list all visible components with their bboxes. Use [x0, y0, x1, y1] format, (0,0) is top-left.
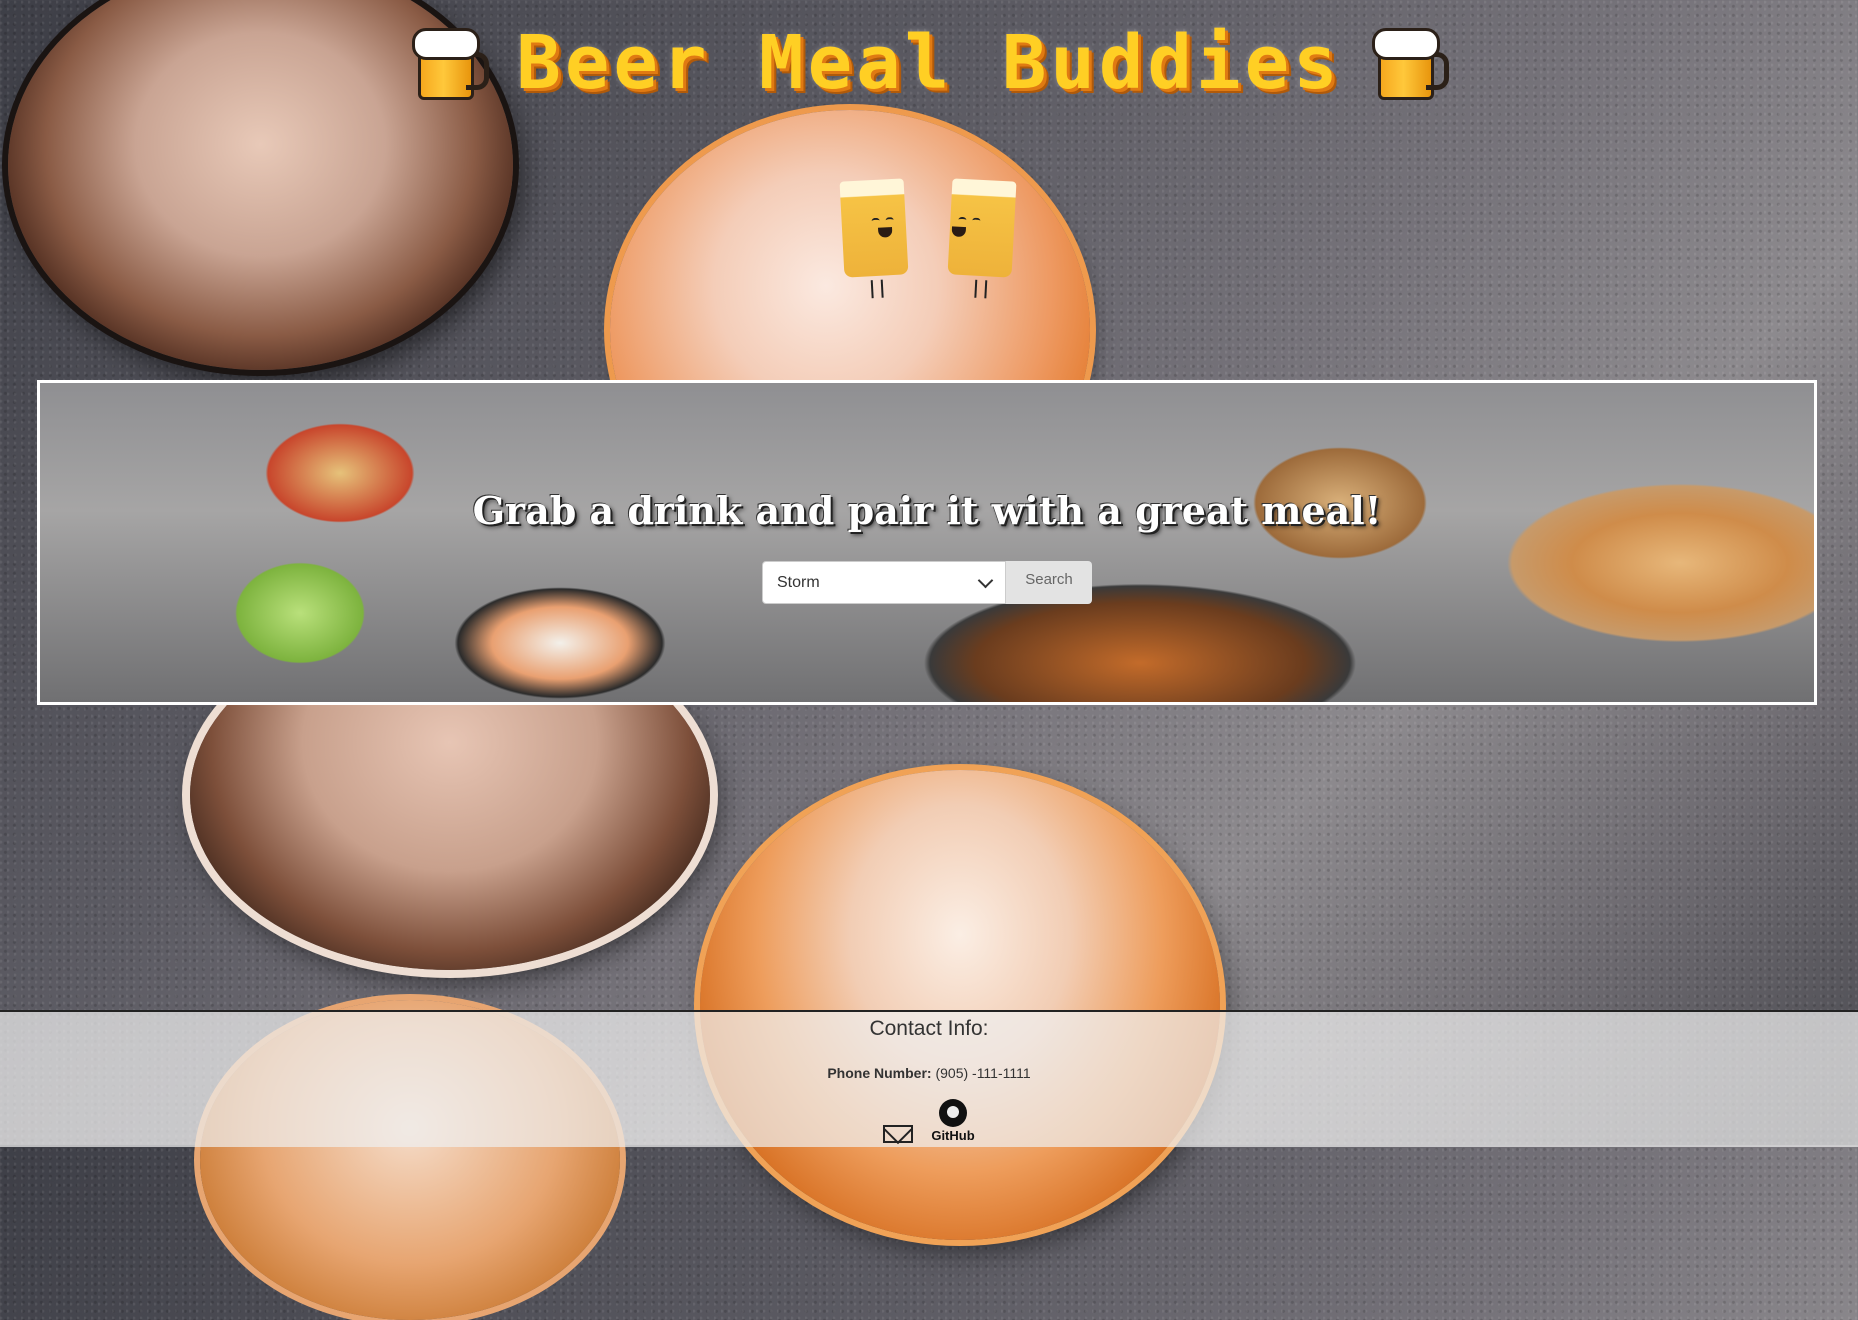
page-header: Beer Meal Buddies — [0, 18, 1858, 108]
beer-select[interactable]: Storm — [762, 561, 1006, 604]
contact-links: GitHub — [0, 1099, 1858, 1143]
beer-buddies-illustration — [838, 172, 1020, 302]
beer-mug-icon — [410, 26, 490, 100]
beer-select-value: Storm — [777, 573, 820, 591]
hero-banner: Grab a drink and pair it with a great me… — [37, 380, 1817, 705]
phone-info: Phone Number: (905) -111-1111 — [0, 1065, 1858, 1081]
github-link[interactable]: GitHub — [931, 1099, 975, 1143]
beer-buddy-left — [839, 178, 909, 299]
search-button[interactable]: Search — [1006, 561, 1092, 604]
phone-label: Phone Number: — [827, 1065, 932, 1081]
hero-tagline: Grab a drink and pair it with a great me… — [472, 488, 1382, 533]
page-title: Beer Meal Buddies — [516, 20, 1342, 106]
email-icon[interactable] — [883, 1125, 914, 1143]
chevron-down-icon — [977, 572, 994, 588]
github-icon — [938, 1099, 967, 1127]
search-form: Storm Search — [40, 561, 1814, 604]
footer: Contact Info: Phone Number: (905) -111-1… — [0, 1010, 1858, 1147]
beer-buddy-right — [947, 178, 1017, 299]
beer-glass-background — [700, 770, 1220, 1240]
beer-mug-icon — [1370, 26, 1449, 100]
footer-title: Contact Info: — [869, 1017, 989, 1040]
github-label: GitHub — [931, 1128, 975, 1143]
phone-value: (905) -111-1111 — [935, 1065, 1031, 1081]
